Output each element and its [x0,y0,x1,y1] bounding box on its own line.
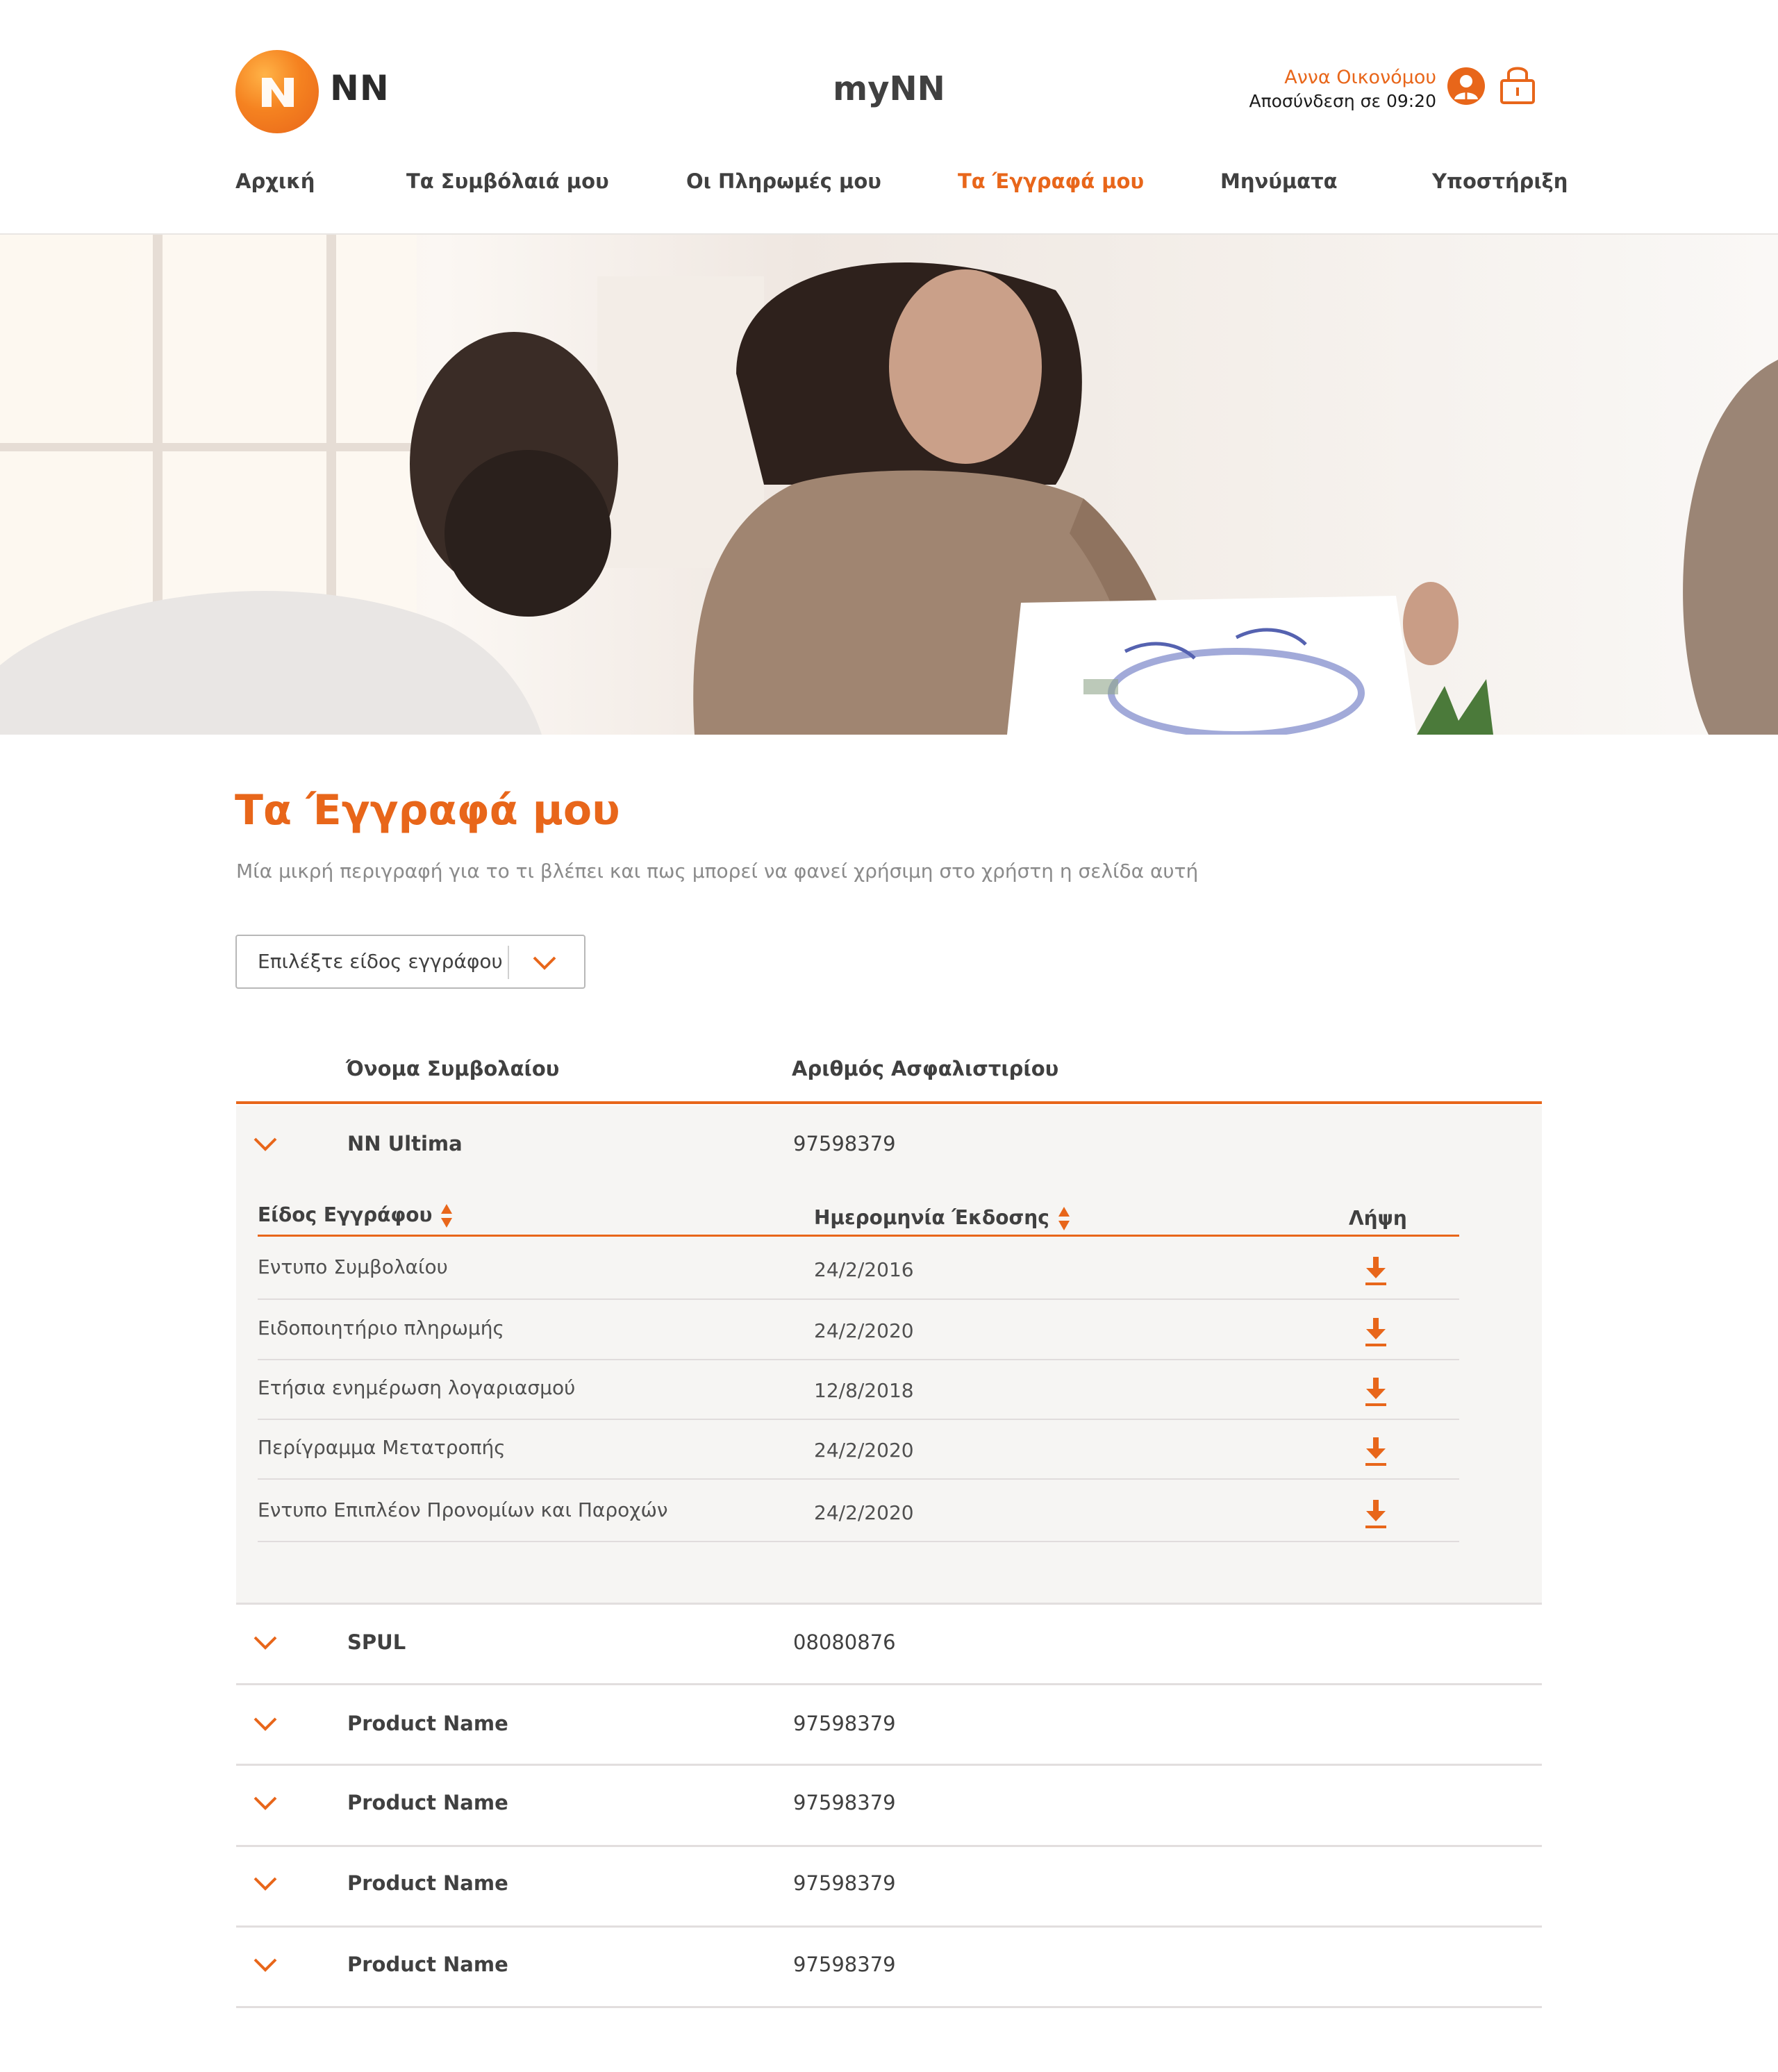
column-header-contract-name: Όνομα Συμβολαίου [346,1057,560,1080]
app-title: myNN [833,69,945,108]
download-icon[interactable] [1364,1436,1388,1467]
sub-header-download: Λήψη [1349,1207,1407,1230]
document-type: Εντυπο Επιπλέον Προνομίων και Παροχών [258,1498,668,1521]
user-name[interactable]: Αννα Οικονόμου [1284,67,1436,88]
row-divider [258,1419,1459,1420]
sort-icon[interactable] [1058,1205,1070,1232]
sub-header-document-type-label: Είδος Εγγράφου [258,1203,433,1226]
select-divider [508,946,509,979]
nav-home[interactable]: Αρχική [235,169,315,193]
policy-number: 97598379 [793,1712,896,1735]
logout-timer: Αποσύνδεση σε 09:20 [1249,91,1436,111]
nav-support[interactable]: Υποστήριξη [1432,169,1568,193]
sort-icon[interactable] [440,1203,453,1229]
row-divider [258,1298,1459,1300]
contract-name[interactable]: NN Ultima [347,1132,463,1155]
site-header: NN myNN Αννα Οικονόμου Αποσύνδεση σε 09:… [0,0,1778,235]
chevron-down-icon[interactable] [252,1955,279,1976]
download-icon[interactable] [1364,1376,1388,1407]
nav-contracts[interactable]: Τα Συμβόλαιά μου [406,169,609,193]
chevron-down-icon[interactable] [252,1794,279,1814]
policy-number: 97598379 [793,1791,896,1814]
row-divider [236,1845,1542,1847]
contract-name[interactable]: Product Name [347,1712,508,1735]
chevron-down-icon[interactable] [252,1714,279,1735]
chevron-down-icon[interactable] [252,1633,279,1654]
select-placeholder: Επιλέξτε είδος εγγράφου [258,950,503,973]
chevron-down-icon[interactable] [531,951,558,975]
nn-logo-icon[interactable] [235,50,319,133]
table-header-rule [236,1101,1542,1104]
chevron-down-icon[interactable] [252,1135,279,1155]
hero-image [0,235,1778,735]
row-divider [258,1541,1459,1542]
document-type: Ειδοποιητήριο πληρωμής [258,1317,504,1339]
policy-number: 08080876 [793,1630,896,1654]
page-title: Τα Έγγραφά μου [235,786,620,835]
document-type-select[interactable]: Επιλέξτε είδος εγγράφου [235,935,585,989]
download-icon[interactable] [1364,1498,1388,1529]
page-description: Μία μικρή περιγραφή για το τι βλέπει και… [236,860,1199,883]
sub-header-rule [258,1235,1459,1237]
contract-name[interactable]: Product Name [347,1953,508,1976]
column-header-policy-number: Αριθμός Ασφαλιστιρίου [792,1057,1059,1080]
contract-name[interactable]: Product Name [347,1791,508,1814]
row-divider [236,1925,1542,1928]
row-divider [258,1359,1459,1360]
policy-number: 97598379 [793,1953,896,1976]
download-icon[interactable] [1364,1255,1388,1286]
document-date: 24/2/2020 [814,1501,914,1524]
document-date: 12/8/2018 [814,1379,914,1402]
nav-payments[interactable]: Οι Πληρωμές μου [686,169,881,193]
sub-header-issue-date[interactable]: Ημερομηνία Έκδοσης [814,1205,1070,1232]
contract-name[interactable]: SPUL [347,1630,406,1654]
document-date: 24/2/2020 [814,1439,914,1462]
expanded-contract-panel [236,1105,1542,1605]
download-icon[interactable] [1364,1317,1388,1347]
document-type: Εντυπο Συμβολαίου [258,1255,448,1278]
lock-icon[interactable] [1498,62,1537,106]
document-type: Ετήσια ενημέρωση λογαριασμού [258,1376,576,1399]
row-divider [236,2006,1542,2008]
nav-documents[interactable]: Τα Έγγραφά μου [958,169,1144,193]
sub-header-document-type[interactable]: Είδος Εγγράφου [258,1203,453,1229]
policy-number: 97598379 [793,1132,896,1155]
user-avatar-icon[interactable] [1447,67,1486,106]
document-type: Περίγραμμα Μετατροπής [258,1436,506,1459]
row-divider [236,1683,1542,1685]
policy-number: 97598379 [793,1871,896,1895]
row-divider [236,1764,1542,1766]
document-date: 24/2/2020 [814,1319,914,1342]
document-date: 24/2/2016 [814,1258,914,1281]
sub-header-issue-date-label: Ημερομηνία Έκδοσης [814,1206,1049,1229]
logo-text[interactable]: NN [330,68,390,108]
row-divider [258,1478,1459,1480]
contract-name[interactable]: Product Name [347,1871,508,1895]
chevron-down-icon[interactable] [252,1874,279,1895]
nav-messages[interactable]: Μηνύματα [1220,169,1338,193]
